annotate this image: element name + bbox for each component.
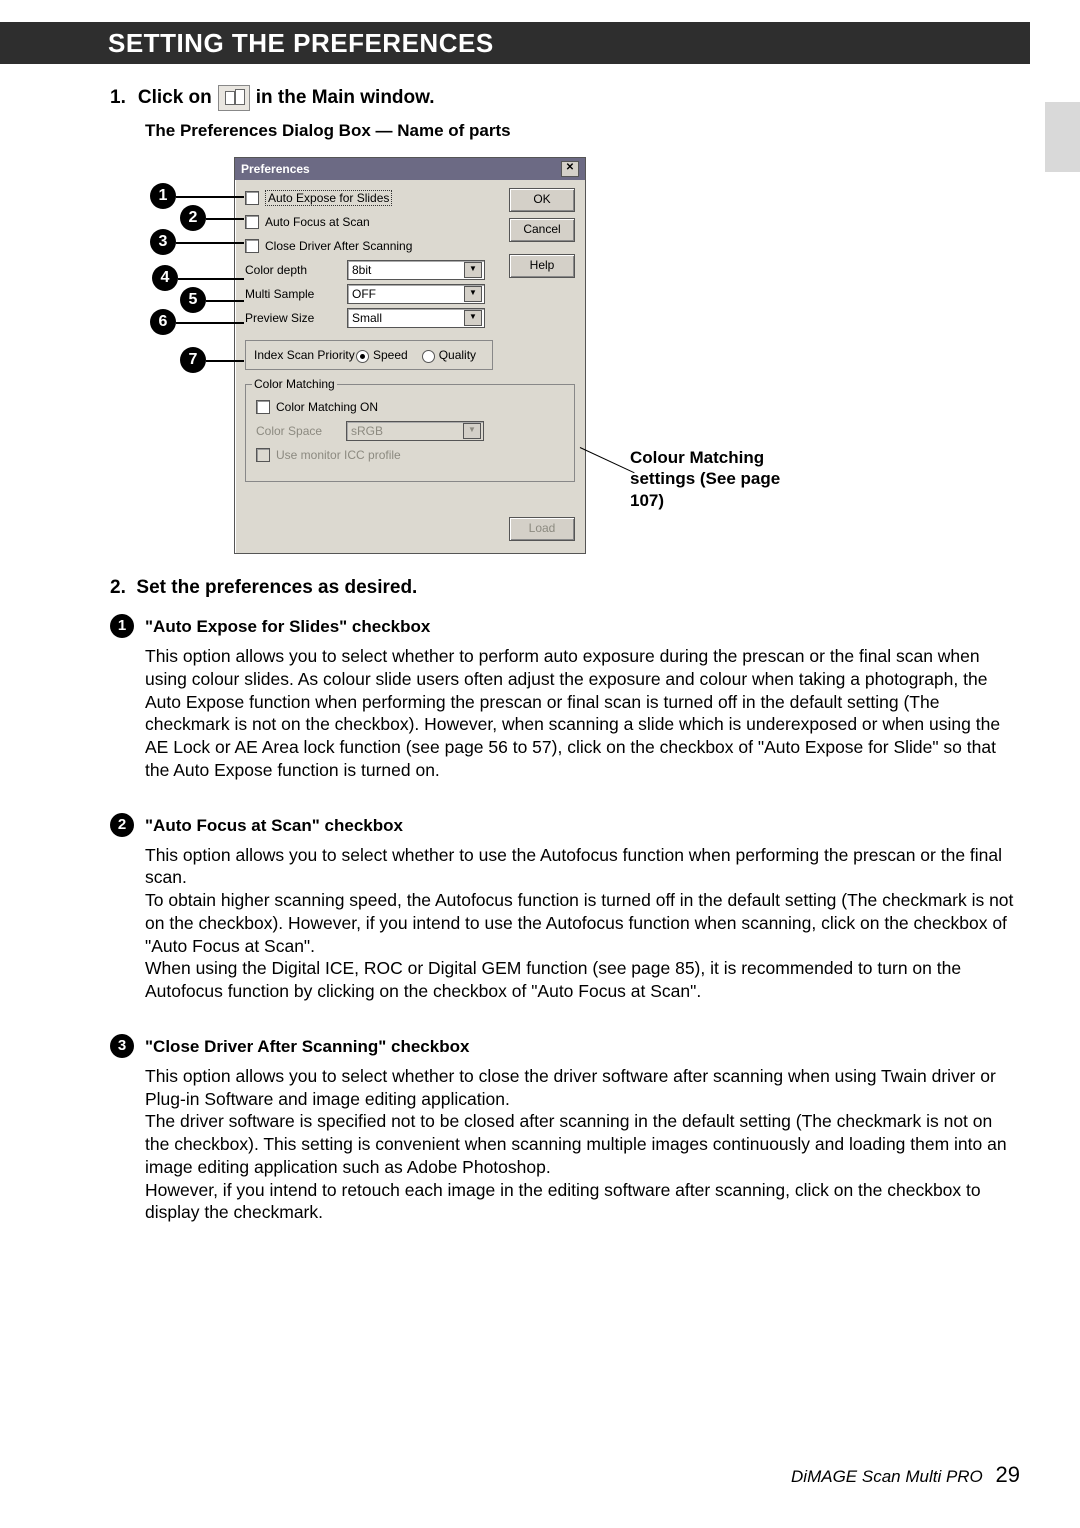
checkbox-auto-focus[interactable]: [245, 215, 259, 229]
bullet-2-number: 2: [110, 813, 134, 837]
combo-multi-sample[interactable]: OFF ▼: [347, 284, 485, 304]
section-header: SETTING THE PREFERENCES: [0, 22, 1030, 64]
label-auto-focus: Auto Focus at Scan: [265, 215, 370, 229]
combo-preview-size[interactable]: Small ▼: [347, 308, 485, 328]
lead-line: [176, 196, 244, 198]
group-title: Color Matching: [252, 377, 337, 391]
radio-speed[interactable]: [356, 350, 369, 363]
annot-line: [580, 447, 635, 473]
dialog-title-text: Preferences: [241, 162, 310, 176]
help-button[interactable]: Help: [509, 254, 575, 278]
combo-preview-size-value: Small: [352, 311, 382, 325]
callout-2: 2: [180, 205, 206, 231]
close-icon[interactable]: ✕: [561, 161, 579, 177]
content: 1. Click on in the Main window. The Pref…: [110, 85, 1015, 1258]
bullet-2-body: This option allows you to select whether…: [145, 844, 1015, 1003]
label-preview-size: Preview Size: [245, 311, 347, 325]
lead-line: [206, 218, 244, 220]
label-isp: Index Scan Priority: [254, 348, 356, 362]
lead-line: [176, 242, 244, 244]
chevron-down-icon: ▼: [464, 286, 482, 302]
combo-multi-sample-value: OFF: [352, 287, 376, 301]
product-name: DiMAGE Scan Multi PRO: [791, 1467, 983, 1486]
load-button: Load: [509, 517, 575, 541]
bullet-1-title: "Auto Expose for Slides" checkbox: [145, 617, 1015, 637]
bullet-3-number: 3: [110, 1034, 134, 1058]
combo-color-space-value: sRGB: [351, 424, 383, 438]
chevron-down-icon: ▼: [464, 262, 482, 278]
bullet-2: 2 "Auto Focus at Scan" checkbox This opt…: [110, 816, 1015, 1003]
page-number: 29: [996, 1462, 1020, 1487]
combo-color-depth-value: 8bit: [352, 263, 371, 277]
label-cm-on: Color Matching ON: [276, 400, 378, 414]
dialog-titlebar: Preferences ✕: [235, 158, 585, 180]
callout-7: 7: [180, 347, 206, 373]
bullet-2-title: "Auto Focus at Scan" checkbox: [145, 816, 1015, 836]
callout-6: 6: [150, 309, 176, 335]
step1: 1. Click on in the Main window.: [110, 85, 1015, 111]
dialog-illustration: Preferences ✕ Auto Expose for Slides Aut…: [150, 157, 800, 557]
preferences-dialog: Preferences ✕ Auto Expose for Slides Aut…: [234, 157, 586, 554]
combo-color-depth[interactable]: 8bit ▼: [347, 260, 485, 280]
color-matching-note: Colour Matching settings (See page 107): [630, 447, 790, 511]
step2-text: Set the preferences as desired.: [136, 577, 417, 598]
step1-subtitle: The Preferences Dialog Box — Name of par…: [145, 121, 1015, 141]
checkbox-icc: [256, 448, 270, 462]
chevron-down-icon: ▼: [463, 423, 481, 439]
callout-5: 5: [180, 287, 206, 313]
label-auto-expose: Auto Expose for Slides: [265, 190, 392, 206]
row-icc: Use monitor ICC profile: [256, 443, 564, 467]
row-cm-on: Color Matching ON: [256, 395, 564, 419]
side-tab: [1045, 102, 1080, 172]
row-preview-size: Preview Size Small ▼: [245, 306, 575, 330]
step1-pre: Click on: [138, 87, 212, 109]
label-multi-sample: Multi Sample: [245, 287, 347, 301]
chevron-down-icon: ▼: [464, 310, 482, 326]
bullet-3-body: This option allows you to select whether…: [145, 1065, 1015, 1224]
bullet-3-title: "Close Driver After Scanning" checkbox: [145, 1037, 1015, 1057]
section-title: SETTING THE PREFERENCES: [108, 28, 494, 59]
label-icc: Use monitor ICC profile: [276, 448, 401, 462]
row-multi-sample: Multi Sample OFF ▼: [245, 282, 575, 306]
label-speed: Speed: [373, 348, 408, 362]
bullet-1: 1 "Auto Expose for Slides" checkbox This…: [110, 617, 1015, 782]
lead-line: [178, 278, 244, 280]
bullet-1-body: This option allows you to select whether…: [145, 645, 1015, 782]
page-footer: DiMAGE Scan Multi PRO 29: [791, 1462, 1020, 1488]
combo-color-space: sRGB ▼: [346, 421, 484, 441]
label-color-space: Color Space: [256, 424, 346, 438]
page: SETTING THE PREFERENCES 1. Click on in t…: [0, 0, 1080, 1528]
checkbox-cm-on[interactable]: [256, 400, 270, 414]
step1-number: 1.: [110, 87, 126, 109]
label-color-depth: Color depth: [245, 263, 347, 277]
callout-4: 4: [152, 265, 178, 291]
radio-quality[interactable]: [422, 350, 435, 363]
bullet-3: 3 "Close Driver After Scanning" checkbox…: [110, 1037, 1015, 1224]
bullet-1-number: 1: [110, 614, 134, 638]
row-color-space: Color Space sRGB ▼: [256, 419, 564, 443]
step2: 2. Set the preferences as desired.: [110, 577, 1015, 599]
group-color-matching: Color Matching Color Matching ON Color S…: [245, 384, 575, 482]
row-index-scan-priority: Index Scan Priority Speed Quality: [245, 340, 493, 370]
preferences-icon: [218, 85, 250, 111]
step1-post: in the Main window.: [256, 87, 435, 109]
lead-line: [176, 322, 244, 324]
ok-button[interactable]: OK: [509, 188, 575, 212]
callout-3: 3: [150, 229, 176, 255]
callout-1: 1: [150, 183, 176, 209]
label-quality: Quality: [439, 348, 476, 362]
lead-line: [206, 360, 244, 362]
label-close-driver: Close Driver After Scanning: [265, 239, 412, 253]
cancel-button[interactable]: Cancel: [509, 218, 575, 242]
checkbox-close-driver[interactable]: [245, 239, 259, 253]
lead-line: [206, 300, 244, 302]
step2-number: 2.: [110, 577, 126, 598]
checkbox-auto-expose[interactable]: [245, 191, 259, 205]
